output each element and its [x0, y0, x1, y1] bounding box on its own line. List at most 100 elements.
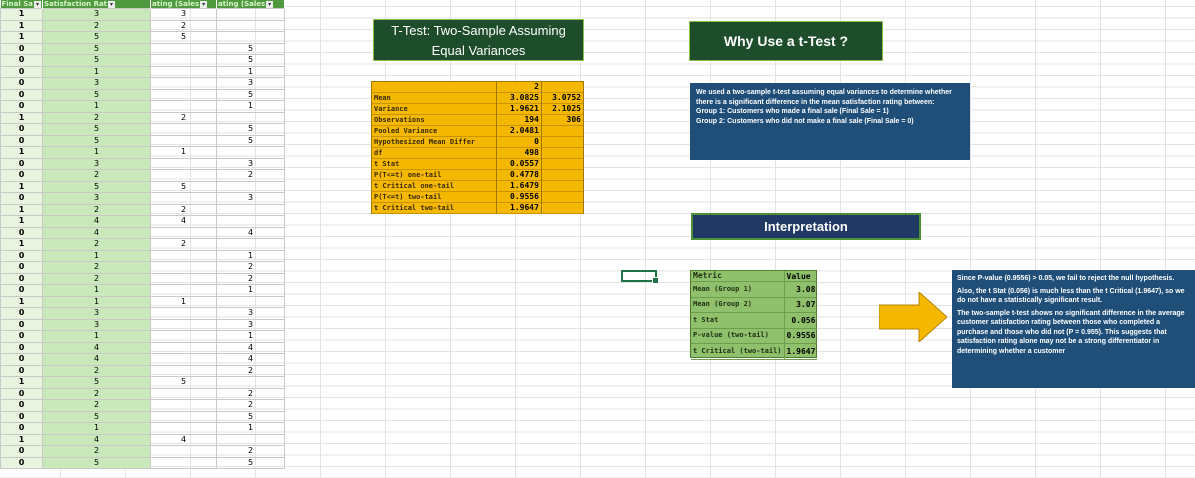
table-cell[interactable]: 4 [42, 341, 151, 354]
table-cell[interactable]: 0 [0, 272, 43, 285]
ttest-cell-v2[interactable]: 2.1025 [541, 104, 583, 115]
table-cell[interactable] [216, 31, 285, 44]
table-cell[interactable]: 1 [0, 111, 43, 124]
column-header-3[interactable]: ating (Sales ▾ [216, 0, 285, 9]
filter-dropdown-icon[interactable]: ▾ [200, 0, 208, 8]
table-cell[interactable]: 0 [0, 353, 43, 366]
metric-value[interactable]: 1.9647 [784, 343, 818, 360]
table-cell[interactable] [216, 203, 285, 216]
metric-label[interactable]: Mean (Group 1) [691, 281, 785, 298]
table-cell[interactable]: 0 [0, 284, 43, 297]
ttest-cell-v2[interactable] [541, 126, 583, 137]
table-cell[interactable]: 1 [42, 249, 151, 262]
table-cell[interactable]: 1 [0, 433, 43, 446]
table-cell[interactable]: 1 [42, 422, 151, 435]
ttest-cell-v1[interactable]: 3.0825 [496, 92, 542, 104]
table-cell[interactable]: 4 [42, 353, 151, 366]
table-cell[interactable]: 0 [0, 123, 43, 136]
table-cell[interactable]: 0 [0, 364, 43, 377]
selected-cell[interactable] [621, 270, 659, 284]
table-cell[interactable]: 1 [42, 100, 151, 113]
ttest-cell-v1[interactable]: 2.0481 [496, 125, 542, 137]
table-cell[interactable]: 1 [150, 295, 217, 308]
table-cell[interactable] [216, 8, 285, 21]
ttest-cell-v2[interactable] [541, 148, 583, 159]
table-cell[interactable]: 1 [0, 295, 43, 308]
table-cell[interactable]: 0 [0, 100, 43, 113]
ttest-cell-label[interactable]: P(T<=t) two-tail [372, 191, 498, 203]
table-cell[interactable]: 5 [42, 376, 151, 389]
table-cell[interactable]: 5 [42, 134, 151, 147]
table-cell[interactable]: 5 [150, 376, 217, 389]
table-cell[interactable]: 4 [216, 353, 285, 366]
table-cell[interactable]: 1 [0, 203, 43, 216]
table-cell[interactable]: 2 [42, 203, 151, 216]
table-cell[interactable]: 1 [0, 238, 43, 251]
table-cell[interactable] [150, 77, 217, 90]
table-cell[interactable] [216, 376, 285, 389]
ttest-cell-label[interactable]: P(T<=t) one-tail [372, 169, 498, 181]
ttest-cell-label[interactable]: df [372, 147, 498, 159]
table-cell[interactable]: 1 [0, 8, 43, 21]
table-cell[interactable]: 1 [216, 249, 285, 262]
ttest-cell-v1[interactable]: 0.4778 [496, 169, 542, 181]
table-cell[interactable]: 2 [42, 272, 151, 285]
table-cell[interactable] [216, 433, 285, 446]
table-cell[interactable] [150, 272, 217, 285]
table-cell[interactable]: 1 [42, 65, 151, 78]
table-cell[interactable]: 4 [216, 226, 285, 239]
table-cell[interactable] [150, 123, 217, 136]
table-cell[interactable]: 3 [42, 8, 151, 21]
table-cell[interactable]: 5 [150, 31, 217, 44]
metric-label[interactable]: P-value (two-tail) [691, 328, 785, 344]
table-cell[interactable]: 1 [42, 295, 151, 308]
table-cell[interactable]: 0 [0, 54, 43, 67]
table-cell[interactable] [150, 364, 217, 377]
table-cell[interactable]: 2 [150, 203, 217, 216]
ttest-cell-v2[interactable] [541, 170, 583, 181]
table-cell[interactable]: 1 [0, 19, 43, 32]
ttest-cell-v1[interactable]: 1.6479 [496, 180, 542, 192]
metric-label[interactable]: Mean (Group 2) [691, 297, 785, 313]
filter-dropdown-icon[interactable]: ▾ [266, 0, 274, 8]
table-cell[interactable]: 3 [216, 307, 285, 320]
table-cell[interactable]: 2 [42, 261, 151, 274]
table-cell[interactable]: 3 [216, 77, 285, 90]
table-cell[interactable]: 0 [0, 341, 43, 354]
table-cell[interactable]: 0 [0, 387, 43, 400]
table-cell[interactable]: 3 [42, 307, 151, 320]
table-cell[interactable]: 0 [0, 318, 43, 331]
table-cell[interactable]: 2 [216, 445, 285, 458]
table-cell[interactable]: 0 [0, 445, 43, 458]
ttest-header-value[interactable]: 2 [496, 82, 542, 93]
table-cell[interactable]: 5 [150, 180, 217, 193]
table-cell[interactable] [150, 399, 217, 412]
table-cell[interactable] [150, 353, 217, 366]
ttest-cell-v1[interactable]: 1.9647 [496, 202, 542, 214]
table-cell[interactable]: 1 [42, 284, 151, 297]
table-cell[interactable]: 3 [216, 157, 285, 170]
table-cell[interactable] [150, 226, 217, 239]
table-cell[interactable]: 1 [216, 284, 285, 297]
table-cell[interactable]: 4 [150, 215, 217, 228]
table-cell[interactable]: 2 [216, 364, 285, 377]
table-cell[interactable]: 2 [216, 387, 285, 400]
table-cell[interactable]: 0 [0, 307, 43, 320]
ttest-cell-v1[interactable]: 0 [496, 136, 542, 148]
table-cell[interactable]: 5 [42, 54, 151, 67]
table-cell[interactable]: 5 [216, 410, 285, 423]
table-cell[interactable]: 3 [42, 77, 151, 90]
ttest-cell-v1[interactable]: 194 [496, 114, 542, 126]
ttest-cell-v2[interactable] [541, 181, 583, 192]
table-cell[interactable] [150, 445, 217, 458]
table-cell[interactable] [216, 180, 285, 193]
table-cell[interactable]: 0 [0, 399, 43, 412]
table-cell[interactable] [150, 134, 217, 147]
table-cell[interactable]: 1 [216, 100, 285, 113]
metric-label[interactable]: t Stat [691, 312, 785, 329]
table-cell[interactable]: 4 [42, 215, 151, 228]
metric-label[interactable]: t Critical (two-tail) [691, 343, 785, 360]
table-cell[interactable] [150, 456, 217, 469]
table-cell[interactable]: 2 [42, 399, 151, 412]
table-cell[interactable]: 1 [216, 422, 285, 435]
